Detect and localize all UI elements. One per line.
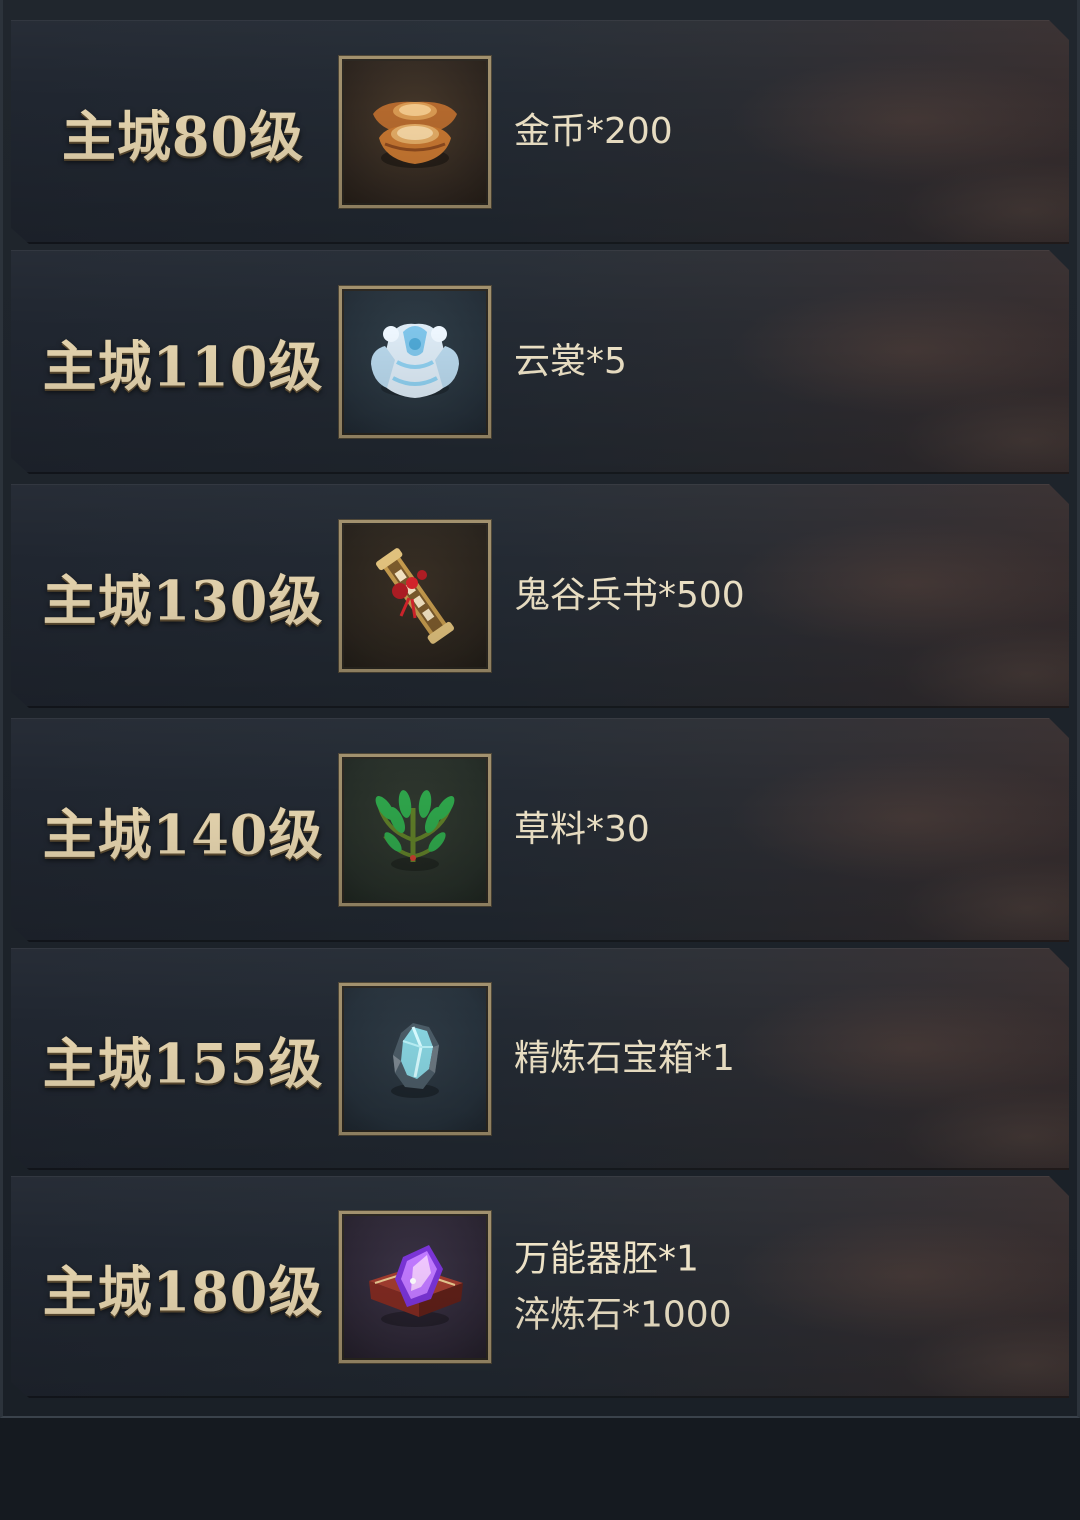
crystal-chest-icon (355, 999, 475, 1119)
reward-item: 云裳*5 (514, 341, 627, 383)
war-scroll-icon (339, 520, 491, 672)
level-label: 主城80级 (61, 104, 305, 169)
reward-row-level-80: 主城80级 金币*200 (11, 20, 1069, 244)
level-label: 主城140级 (42, 802, 324, 867)
reward-item: 草料*30 (514, 809, 650, 851)
reward-list: 云裳*5 (514, 342, 627, 382)
level-label: 主城155级 (42, 1031, 324, 1096)
reward-list-panel: 主城80级 金币*200 主城110级 云裳*5 主城130级 鬼谷兵书*500… (0, 0, 1080, 1418)
reward-list: 精炼石宝箱*1 (514, 1039, 735, 1079)
level-label: 主城180级 (42, 1259, 324, 1324)
reward-item: 淬炼石*1000 (514, 1294, 732, 1335)
reward-list: 万能器胚*1 淬炼石*1000 (514, 1239, 732, 1334)
crystal-chest-icon (339, 983, 491, 1135)
reward-list: 草料*30 (514, 810, 650, 850)
reward-row-level-110: 主城110级 云裳*5 (11, 250, 1069, 474)
herb-bundle-icon (339, 754, 491, 906)
reward-list: 金币*200 (514, 112, 673, 152)
reward-item: 鬼谷兵书*500 (514, 575, 745, 617)
cloud-armor-icon (339, 286, 491, 438)
reward-row-level-155: 主城155级 精炼石宝箱*1 (11, 948, 1069, 1170)
reward-item: 精炼石宝箱*1 (514, 1038, 735, 1080)
gold-ingots-icon (339, 56, 491, 208)
reward-list: 鬼谷兵书*500 (514, 576, 745, 616)
cloud-armor-icon (355, 302, 475, 422)
purple-crystal-box-icon (339, 1211, 491, 1363)
herb-bundle-icon (355, 770, 475, 890)
gold-ingots-icon (355, 72, 475, 192)
reward-row-level-180: 主城180级 万能器胚*1 淬炼石*1000 (11, 1176, 1069, 1398)
reward-row-level-140: 主城140级 草料*30 (11, 718, 1069, 942)
reward-row-level-130: 主城130级 鬼谷兵书*500 (11, 484, 1069, 708)
purple-crystal-box-icon (355, 1227, 475, 1347)
reward-item: 金币*200 (514, 111, 673, 153)
reward-item: 万能器胚*1 (514, 1238, 699, 1280)
level-label: 主城130级 (42, 568, 324, 633)
war-scroll-icon (355, 536, 475, 656)
level-label: 主城110级 (42, 334, 324, 399)
